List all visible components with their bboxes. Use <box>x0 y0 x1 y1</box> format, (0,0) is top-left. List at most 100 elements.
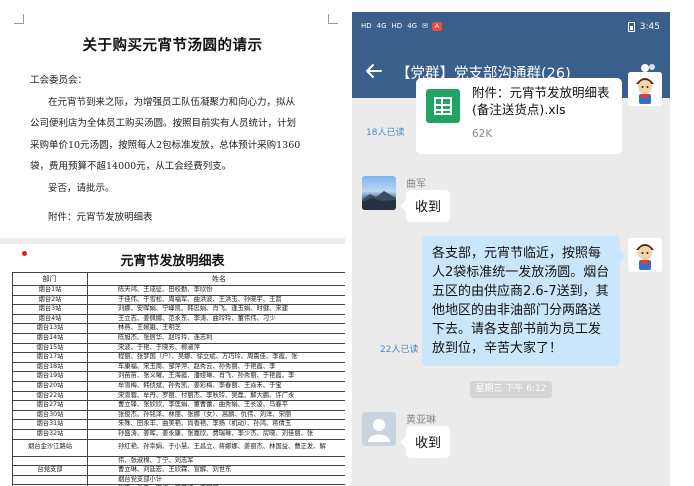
department-cell: 烟台20站 <box>12 380 88 392</box>
chat-screen: HD 4G HD 4G ✉ A 3:45 【党群】党支部沟通群(26) 附件：元… <box>352 12 670 486</box>
names-cell: 陈旭杰、张居华、赵玲玲、连志利 <box>87 332 345 344</box>
my-avatar[interactable] <box>628 72 662 106</box>
names-cell: 伟、张淑棉、丁宁、刘志军 <box>87 455 345 467</box>
department-cell: 烟台4站 <box>12 313 88 325</box>
table-row: 烟台22站 宋雪蓉、牟丹、罗丽、付丽杰、李秋玲、吴磊、解大鹏、许广永 <box>12 390 345 402</box>
app-notification-icon: A <box>431 22 442 31</box>
table-row: 烟台14站 陈旭杰、张居华、赵玲玲、连志利 <box>12 332 345 344</box>
body-line: 工会委员会： <box>30 75 88 86</box>
body-line: 在元宵节到来之际，为增强员工队伍凝聚力和向心力，拟从 <box>48 96 296 108</box>
department-cell: 台党支部 <box>12 465 88 476</box>
table-title: 元宵节发放明细表 <box>120 254 225 269</box>
names-cell: 刘苗苗、张义曜、王海霞、潘娅琳、肖飞、孙秀丽、于艳霞、李 <box>87 371 345 382</box>
department-cell: 烟台18站 <box>12 361 88 373</box>
names-cell: 曹立锋、张欣欣、李莲娟、董曹蕾、曲秀娟、王长凌、马春平 <box>87 400 345 411</box>
names-cell: 宋雪蓉、牟丹、罗丽、付丽杰、李秋玲、吴磊、解大鹏、许广永 <box>87 390 345 402</box>
mountain-photo-icon <box>362 191 396 210</box>
document-page: 关于购买元宵节汤圆的请示 工会委员会： 在元宵节到来之际，为增强员工队伍凝聚力和… <box>0 0 345 486</box>
attachment-line: 附件：元宵节发放明细表 <box>48 212 153 223</box>
signal-4g-icon: 4G <box>407 22 418 30</box>
department-cell: 烟台30站 <box>12 409 88 421</box>
names-cell: 王立志、姜佩娜、范永东、李涛、曲玲玲、董伟伟、刁少 <box>87 313 345 325</box>
department-cell: 烟台13站 <box>12 323 88 334</box>
read-count[interactable]: 18人已读 <box>366 125 404 138</box>
page-corner-mark <box>14 14 24 24</box>
read-count[interactable]: 22人已读 <box>380 342 418 355</box>
department-cell: 烟台1站 <box>12 285 88 296</box>
names-cell: 烟台党支部小计 <box>87 474 345 486</box>
file-size: 62K <box>472 128 493 140</box>
table-header-cell: 姓名 <box>87 272 345 286</box>
table-row: 伟、张淑棉、丁宁、刘志军 <box>12 455 345 467</box>
cartoon-avatar-icon <box>628 238 662 272</box>
table-header-row: 部门 姓名 <box>12 272 345 286</box>
signal-4g-icon: 4G <box>376 22 387 30</box>
my-avatar[interactable] <box>628 238 662 272</box>
cartoon-avatar-icon <box>628 72 662 106</box>
message-bubble[interactable]: 收到 <box>400 190 450 222</box>
back-arrow-icon[interactable] <box>364 61 384 81</box>
message-text: 收到 <box>415 200 442 215</box>
table-row: 烟台30站 张俊杰、孙铭泽、林丽、张娜（女）、高鹏、仇伟、刘洋、宋丽 <box>12 409 345 421</box>
department-cell: 烟台14站 <box>12 332 88 344</box>
department-cell: 烟台2站 <box>12 294 88 306</box>
names-cell: 程丽、张梦国（户）、吴娜、徐立斌、方巧玲、周鲁佳、李霞、张 <box>87 352 345 363</box>
department-cell <box>12 474 88 486</box>
status-right: 3:45 <box>627 22 660 32</box>
sender-avatar[interactable] <box>362 412 396 446</box>
table-row: 烟台13站 林燕、王婉娥、王明芝 <box>12 323 345 334</box>
names-cell: 孙红艳、孙幸娟、于小慧、王昌立、蒋娜娜、姜丽杰、林国益、曹正发、解 <box>87 438 345 457</box>
hd-icon: HD <box>361 22 372 30</box>
department-cell: 烟台32站 <box>12 428 88 440</box>
department-cell: 烟台3站 <box>12 304 88 315</box>
table-row: 烟台4站 王立志、姜佩娜、范永东、李涛、曲玲玲、董伟伟、刁少 <box>12 313 345 325</box>
message-timestamp: 星期三 下午 6:12 <box>470 381 552 398</box>
default-user-icon <box>368 419 390 442</box>
table-row: 烟台1站 陈天鸿、王成征、田校勤、李欣怡 <box>12 285 345 296</box>
document-body: 工会委员会： 在元宵节到来之际，为增强员工队伍凝聚力和向心力，拟从 公司便利店为… <box>30 70 332 229</box>
document-title: 关于购买元宵节汤圆的请示 <box>82 37 263 54</box>
names-cell: 林燕、王婉娥、王明芝 <box>87 323 345 334</box>
body-line: 采购单价10元汤圆，按照每人2包标准发放，总体预计采购1360 <box>30 139 301 151</box>
names-cell: 孙盛涛、姜晖、姜永康、张嘉欣、费瑞琳、李少杰、房晓、刘佳丽、张 <box>87 428 345 440</box>
table-row: 烟台15站 宋波、于艳、于晓芳、柳淑萍 <box>12 342 345 354</box>
message-text: 各支部，元宵节临近，按照每人2袋标准统一发放汤圆。烟台五区的由供应商2.6-7送… <box>432 246 610 356</box>
sender-name: 曲军 <box>406 179 426 190</box>
department-cell <box>12 455 88 467</box>
table-row: 烟台32站 孙盛涛、姜晖、姜永康、张嘉欣、费瑞琳、李少杰、房晓、刘佳丽、张 <box>12 428 345 440</box>
page-separator <box>0 238 345 244</box>
table-row: 烟台2站 于佳伟、于雪松、周福军、曲洪波、王洪玉、孙晓宇、王箭 <box>12 294 345 306</box>
department-cell: 烟台金沙江路站 <box>12 438 88 457</box>
table-row: 烟台金沙江路站 孙红艳、孙幸娟、于小慧、王昌立、蒋娜娜、姜丽杰、林国益、曹正发、解 <box>12 438 345 457</box>
file-message-bubble[interactable]: 附件：元宵节发放明细表(备注送货点).xls 62K <box>416 78 622 154</box>
names-cell: 车康福、宋玉周、邹萍萍、赵秀云、孙秀丽、于艳霞、李 <box>87 361 345 373</box>
table-row: 烟台31站 朱殊、田永丰、曲美艳、尚香艳、李扬（机动）、孙鸿、蒋倩玉 <box>12 419 345 430</box>
status-icons: HD 4G HD 4G ✉ A <box>360 22 442 31</box>
department-cell: 烟台15站 <box>12 342 88 354</box>
sender-avatar[interactable] <box>362 176 396 210</box>
sender-name: 黄亚琳 <box>406 415 436 426</box>
table-row: 烟台3站 刘娜、安晖娟、宁峰凯、韩忠娟、肖飞、逢玉娟、时健、宋建 <box>12 304 345 315</box>
status-bar: HD 4G HD 4G ✉ A 3:45 <box>352 12 670 46</box>
message-text: 收到 <box>415 436 442 451</box>
names-cell: 曹立琳、刘廷宏、王欣霖、宣解、刘世东 <box>87 465 345 476</box>
table-row: 烟台20站 牟雪梅、韩侦斌、孙秀凯、姜彩梅、李春丽、王焱禾、于宝 <box>12 380 345 392</box>
table-row: 台党支部 曹立琳、刘廷宏、王欣霖、宣解、刘世东 <box>12 465 345 476</box>
names-cell: 张俊杰、孙铭泽、林丽、张娜（女）、高鹏、仇伟、刘洋、宋丽 <box>87 409 345 421</box>
status-time: 3:45 <box>639 22 660 32</box>
names-cell: 陈天鸿、王成征、田校勤、李欣怡 <box>87 285 345 296</box>
names-cell: 刘娜、安晖娟、宁峰凯、韩忠娟、肖飞、逢玉娟、时健、宋建 <box>87 304 345 315</box>
names-cell: 朱殊、田永丰、曲美艳、尚香艳、李扬（机动）、孙鸿、蒋倩玉 <box>87 419 345 430</box>
department-cell: 烟台19站 <box>12 371 88 382</box>
department-cell: 烟台27站 <box>12 400 88 411</box>
body-line: 袋，费用预算不超14000元，从工会经费列支。 <box>30 161 232 172</box>
distribution-table: 部门 姓名 烟台1站 陈天鸿、王成征、田校勤、李欣怡 烟台2站 于佳伟、于雪松、周福军、曲… <box>12 272 345 486</box>
message-icon: ✉ <box>422 22 428 30</box>
announcement-bubble[interactable]: 各支部，元宵节临近，按照每人2袋标准统一发放汤圆。烟台五区的由供应商2.6-7送… <box>422 236 626 366</box>
battery-icon <box>627 22 635 32</box>
excel-file-icon <box>426 89 460 123</box>
body-line: 公司便利店为全体员工购买汤圆。按照目前实有人员统计，计划 <box>30 118 297 129</box>
message-bubble[interactable]: 收到 <box>400 426 450 458</box>
table-row: 烟台18站 车康福、宋玉周、邹萍萍、赵秀云、孙秀丽、于艳霞、李 <box>12 361 345 373</box>
names-cell: 宋波、于艳、于晓芳、柳淑萍 <box>87 342 345 354</box>
